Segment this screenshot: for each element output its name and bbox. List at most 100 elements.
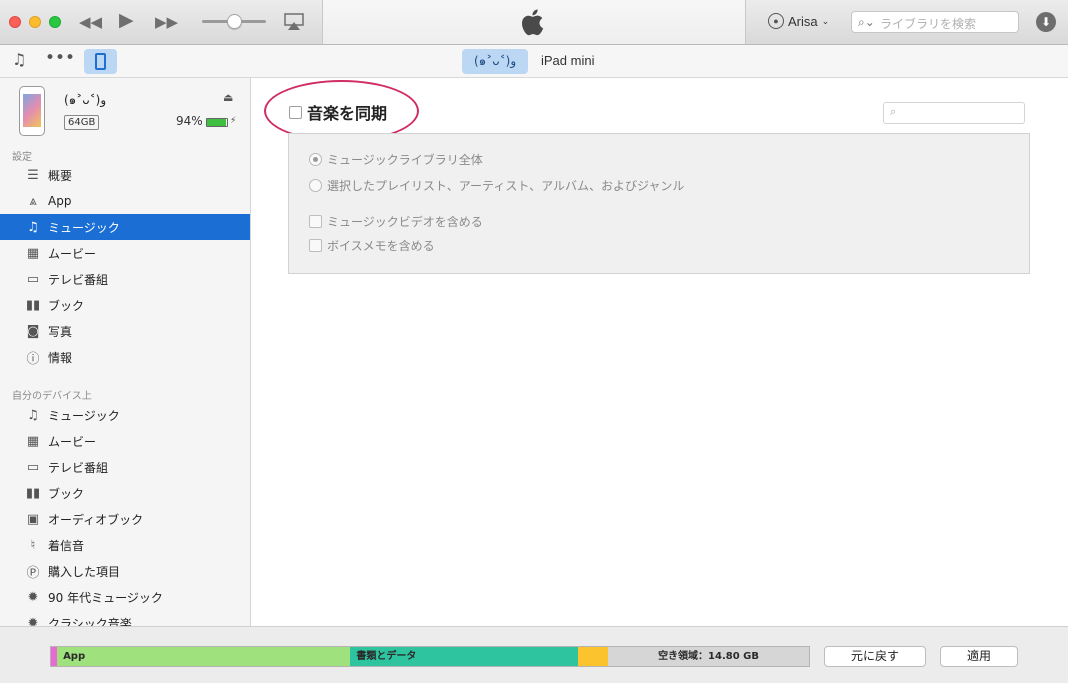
- entire-library-label: ミュージックライブラリ全体: [327, 153, 483, 167]
- sidebar-item[interactable]: ✹ クラシック音楽: [0, 610, 250, 627]
- device-thumbnail: [19, 86, 45, 136]
- sidebar-item[interactable]: ⩓ App: [0, 188, 250, 214]
- selected-items-radio[interactable]: [309, 179, 322, 192]
- apply-button[interactable]: 適用: [940, 646, 1018, 667]
- sidebar-item[interactable]: Ⓟ 購入した項目: [0, 558, 250, 584]
- purchased-icon: Ⓟ: [26, 565, 40, 581]
- info-icon: ⓘ: [26, 351, 40, 367]
- capacity-segment: [577, 647, 609, 666]
- music-note-icon: ♫: [27, 219, 39, 235]
- battery-icon: [206, 118, 228, 127]
- capacity-segment: 空き領域：14.80 GB: [608, 647, 809, 666]
- sidebar-item[interactable]: ♫ ミュージック: [0, 214, 250, 240]
- include-voice-memos-option[interactable]: ボイスメモを含める: [309, 237, 435, 254]
- book-icon: ▮▮: [25, 297, 41, 313]
- sidebar: (๑˃ᴗ˂)ﻭ 64GB ⏏ 94% ⚡ 設定 ☰ 概要 ⩓ App ♫ ミュージック ▦ ム…: [0, 78, 251, 626]
- sync-music-row[interactable]: 音楽を同期: [289, 100, 387, 124]
- user-icon: ●: [768, 13, 784, 29]
- play-icon[interactable]: ▶: [119, 10, 134, 30]
- sidebar-item[interactable]: ▮▮ ブック: [0, 480, 250, 506]
- sidebar-item-label: ミュージック: [48, 220, 120, 235]
- entire-library-option[interactable]: ミュージックライブラリ全体: [309, 151, 483, 168]
- sidebar-item[interactable]: ✹ 90 年代ミュージック: [0, 584, 250, 610]
- chevron-down-icon: ⌄: [821, 15, 830, 26]
- sidebar-item-label: ムービー: [48, 434, 97, 449]
- minimize-window-button[interactable]: [29, 16, 41, 28]
- sidebar-item[interactable]: ▣ オーディオブック: [0, 506, 250, 532]
- search-icon: ⌕⌄: [858, 15, 875, 29]
- sync-music-checkbox[interactable]: [289, 105, 302, 119]
- sidebar-item[interactable]: ☰ 概要: [0, 162, 250, 188]
- sidebar-item[interactable]: ◙ 写真: [0, 318, 250, 344]
- sidebar-item-label: ブック: [48, 298, 85, 313]
- bell-icon: ♮: [30, 537, 36, 553]
- include-voice-memos-checkbox[interactable]: [309, 239, 322, 252]
- music-note-icon: ♫: [27, 407, 39, 423]
- capacity-bar: App 書類とデータ 空き領域：14.80 GB: [50, 646, 810, 667]
- battery-percent: 94%: [176, 114, 203, 128]
- account-name: Arisa: [788, 13, 818, 29]
- camera-icon: ◙: [26, 323, 40, 339]
- more-icon[interactable]: •••: [45, 48, 75, 68]
- music-note-icon[interactable]: ♫: [12, 50, 26, 69]
- sidebar-item-label: テレビ番組: [48, 460, 109, 475]
- capacity-badge: 64GB: [64, 115, 100, 130]
- include-videos-label: ミュージックビデオを含める: [327, 215, 483, 229]
- account-menu[interactable]: ● Arisa ⌄: [768, 13, 829, 29]
- sync-music-label[interactable]: 音楽を同期: [307, 100, 387, 124]
- music-settings-pane: 音楽を同期 ⌕ ミュージックライブラリ全体 選択したプレイリスト、アーティスト、…: [251, 78, 1068, 626]
- sidebar-item[interactable]: ♮ 着信音: [0, 532, 250, 558]
- revert-button[interactable]: 元に戻す: [824, 646, 926, 667]
- iphone-icon: [95, 53, 106, 70]
- charging-bolt-icon: ⚡: [230, 116, 237, 126]
- sidebar-item[interactable]: ⓘ 情報: [0, 344, 250, 370]
- audiobook-icon: ▣: [26, 511, 40, 527]
- fast-forward-icon[interactable]: ▶▶: [155, 12, 178, 32]
- settings-section-header: 設定: [12, 152, 32, 163]
- summary-icon: ☰: [27, 167, 39, 183]
- film-icon: ▦: [26, 433, 40, 449]
- sidebar-item[interactable]: ▦ ムービー: [0, 240, 250, 266]
- selected-items-option[interactable]: 選択したプレイリスト、アーティスト、アルバム、およびジャンル: [309, 177, 684, 194]
- library-search-input[interactable]: ⌕⌄ ライブラリを検索: [851, 11, 1019, 33]
- sidebar-item-label: 情報: [48, 350, 73, 365]
- selected-items-label: 選択したプレイリスト、アーティスト、アルバム、およびジャンル: [327, 179, 685, 193]
- sidebar-item[interactable]: ▦ ムービー: [0, 428, 250, 454]
- sidebar-item-label: 概要: [48, 168, 73, 183]
- include-videos-checkbox[interactable]: [309, 215, 322, 228]
- sidebar-item[interactable]: ▭ テレビ番組: [0, 266, 250, 292]
- sidebar-item-label: App: [48, 194, 72, 208]
- sync-options-panel: ミュージックライブラリ全体 選択したプレイリスト、アーティスト、アルバム、および…: [288, 133, 1030, 274]
- zoom-window-button[interactable]: [49, 16, 61, 28]
- device-model-label: iPad mini: [541, 53, 595, 68]
- eject-icon[interactable]: ⏏: [223, 91, 233, 104]
- sidebar-item-label: 購入した項目: [48, 564, 121, 579]
- volume-slider-knob[interactable]: [227, 14, 242, 29]
- close-window-button[interactable]: [9, 16, 21, 28]
- gear-icon: ✹: [27, 615, 39, 627]
- library-search-placeholder: ライブラリを検索: [880, 17, 977, 31]
- book-icon: ▮▮: [25, 485, 41, 501]
- airplay-icon[interactable]: [284, 13, 304, 31]
- sidebar-item-label: 写真: [48, 324, 73, 339]
- entire-library-radio[interactable]: [309, 153, 322, 166]
- sidebar-item-label: 90 年代ミュージック: [48, 590, 163, 605]
- sidebar-item[interactable]: ♫ ミュージック: [0, 402, 250, 428]
- capacity-segment: 書類とデータ: [350, 647, 578, 666]
- rewind-icon[interactable]: ◀◀: [79, 12, 102, 32]
- apple-logo-icon: [522, 9, 544, 36]
- filter-search-input[interactable]: ⌕: [883, 102, 1025, 124]
- sidebar-item-label: ミュージック: [48, 408, 120, 423]
- include-videos-option[interactable]: ミュージックビデオを含める: [309, 213, 483, 230]
- tv-icon: ▭: [26, 459, 40, 475]
- sidebar-item[interactable]: ▭ テレビ番組: [0, 454, 250, 480]
- sidebar-item-label: ムービー: [48, 246, 97, 261]
- title-bar: ◀◀ ▶ ▶▶ ● Arisa ⌄ ⌕⌄ ライブラリを検索 ⬇: [0, 0, 1068, 45]
- search-icon: ⌕: [890, 105, 897, 118]
- device-button[interactable]: [84, 49, 117, 74]
- sidebar-item[interactable]: ▮▮ ブック: [0, 292, 250, 318]
- media-toolbar: ♫ ••• (๑˃ᴗ˂)ﻭ iPad mini: [0, 45, 1068, 78]
- device-name-chip[interactable]: (๑˃ᴗ˂)ﻭ: [462, 49, 529, 74]
- sidebar-item-label: 着信音: [48, 538, 85, 553]
- downloads-icon[interactable]: ⬇: [1036, 12, 1056, 32]
